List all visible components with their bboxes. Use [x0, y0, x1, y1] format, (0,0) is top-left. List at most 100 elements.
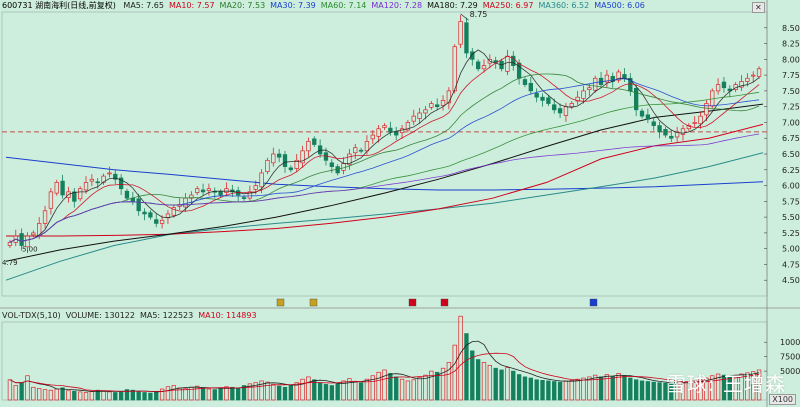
event-marker-3 [440, 298, 449, 307]
stock-chart: 4.50 4.75 5.00 5.25 5.50 5.75 6.00 6.25 6.50 6.75… [0, 0, 800, 407]
candle-body-7 [48, 191, 54, 209]
candle-body-4 [31, 232, 36, 236]
candle-body-63 [376, 128, 381, 137]
y-tick-label-6: 6.00 [782, 182, 800, 191]
y-tick-label-12: 7.50 [782, 87, 800, 96]
volume-bar-60 [358, 382, 364, 401]
volume-bar-24 [148, 392, 153, 401]
ma-indicator-3: MA30: 7.39 [270, 1, 316, 10]
candle-body-61 [364, 141, 370, 152]
y-tick-label-10: 7.00 [782, 118, 800, 127]
volume-bar-83 [493, 367, 498, 401]
candle-body-22 [136, 198, 141, 212]
close-icon[interactable]: ✕ [752, 2, 765, 13]
candle-body-90 [534, 93, 539, 98]
volume-bar-35 [212, 389, 217, 401]
volume-bar-47 [282, 386, 288, 401]
volume-panel-header: VOL-TDX(5,10) VOLUME: 130122 MA5: 122523 MA… [2, 310, 267, 322]
candle-body-26 [159, 219, 165, 224]
volume-bar-82 [487, 364, 493, 401]
ma-indicator-9: MA500: 6.06 [594, 1, 645, 10]
y-tick-label-4: 5.50 [782, 213, 800, 222]
candle-body-119 [704, 103, 709, 116]
volume-bar-32 [195, 385, 200, 401]
candle-body-43 [259, 172, 264, 188]
candle-body-73 [435, 104, 440, 108]
volume-bar-108 [639, 380, 645, 401]
candle-body-34 [206, 188, 212, 191]
volume-bar-78 [464, 333, 469, 401]
candle-body-117 [692, 122, 697, 124]
candle-body-78 [464, 22, 469, 54]
volume-bar-64 [382, 369, 387, 401]
volume-bar-95 [563, 380, 569, 401]
ma-indicator-6: MA180: 7.29 [427, 1, 478, 10]
vol-tick-label-2: 10000 [780, 338, 800, 347]
volume-bar-68 [405, 380, 411, 401]
volume-bar-37 [224, 386, 229, 401]
candle-body-52 [312, 138, 317, 145]
volume-bar-55 [329, 385, 334, 401]
candle-body-128 [756, 68, 762, 77]
volume-bar-0 [7, 379, 13, 401]
y-tick-label-0: 4.50 [782, 276, 800, 285]
low-annotation-2: 4.79 [2, 259, 18, 267]
volume-bar-38 [230, 386, 235, 401]
event-marker-4 [589, 298, 598, 307]
candle-body-45 [271, 153, 276, 164]
candle-body-95 [563, 106, 569, 116]
candle-body-32 [195, 188, 200, 193]
candle-body-80 [475, 61, 481, 70]
volume-bar-28 [171, 385, 176, 401]
candle-body-15 [95, 181, 100, 184]
volume-bar-63 [376, 371, 381, 401]
price-panel-frame [1, 11, 768, 297]
candle-body-105 [622, 74, 627, 79]
y-tick-label-8: 6.50 [782, 150, 800, 159]
volume-bar-98 [581, 377, 586, 401]
volume-bar-21 [130, 389, 135, 401]
y-tick-label-3: 5.25 [782, 229, 800, 238]
volume-bar-10 [66, 390, 71, 401]
y-tick-label-11: 7.25 [782, 103, 800, 112]
watermark: 雪球: 王增森 [665, 372, 786, 396]
candle-body-122 [721, 81, 727, 89]
candle-body-96 [569, 103, 574, 108]
candle-body-9 [60, 180, 65, 196]
volume-bar-109 [645, 381, 651, 401]
volume-bar-8 [54, 388, 59, 401]
y-tick-label-2: 5.00 [782, 245, 800, 254]
volume-bar-70 [417, 377, 422, 401]
volume-bar-100 [593, 374, 598, 401]
ma-line-ma30 [9, 78, 760, 243]
y-tick-label-1: 4.75 [782, 260, 800, 269]
volume-bar-96 [569, 380, 574, 401]
y-tick-label-7: 6.25 [782, 166, 800, 175]
ma-indicator-7: MA250: 6.97 [482, 1, 534, 10]
volume-bar-89 [528, 377, 533, 401]
ma-line-ma360 [5, 152, 764, 281]
volume-bar-2 [19, 382, 24, 401]
volume-bar-80 [475, 359, 481, 401]
volume-bar-87 [516, 374, 522, 401]
candle-body-14 [89, 178, 95, 182]
volume-bar-14 [89, 390, 95, 401]
candle-body-88 [522, 79, 528, 85]
volume-bar-5 [37, 388, 42, 401]
event-marker-2 [408, 298, 417, 307]
candle-body-60 [358, 149, 364, 152]
volume-bar-50 [300, 378, 305, 401]
candle-body-110 [651, 121, 656, 126]
volume-bar-76 [452, 344, 457, 401]
ma-indicator-2: MA20: 7.53 [219, 1, 266, 10]
volume-bar-34 [206, 388, 212, 401]
volume-bar-3 [25, 375, 30, 401]
candle-body-91 [540, 96, 545, 101]
candle-body-42 [253, 185, 258, 190]
candle-body-72 [429, 103, 434, 108]
candle-body-66 [394, 131, 399, 136]
y-tick-label-5: 5.75 [782, 197, 800, 206]
volume-bar-36 [218, 388, 223, 401]
volume-bar-23 [142, 392, 147, 401]
ma-indicator-8: MA360: 6.52 [538, 1, 590, 10]
